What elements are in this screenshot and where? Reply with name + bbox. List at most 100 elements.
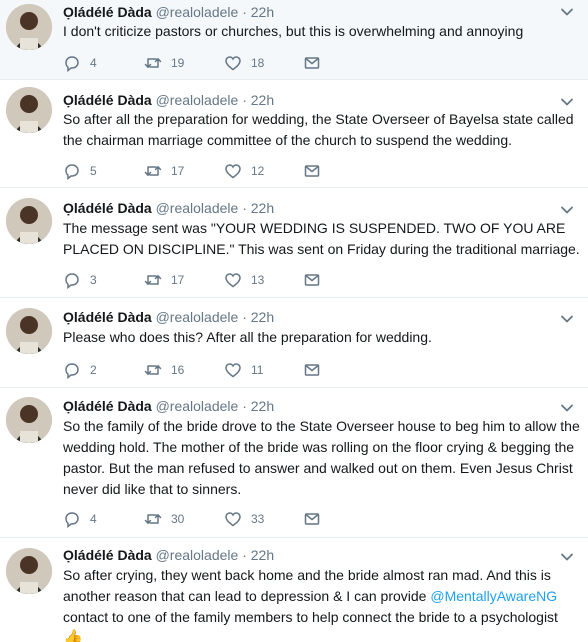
retweet-count: 16 bbox=[171, 363, 185, 377]
like-count: 33 bbox=[251, 512, 265, 526]
reply-button[interactable]: 2 bbox=[63, 360, 97, 380]
tweet[interactable]: Ọládélé Dàda @realoladele · 22h So after… bbox=[0, 538, 588, 642]
tweet-header: Ọládélé Dàda @realoladele · 22h bbox=[63, 199, 274, 217]
retweet-count: 17 bbox=[171, 273, 185, 287]
reply-count: 5 bbox=[90, 164, 97, 178]
reply-button[interactable]: 4 bbox=[63, 53, 97, 73]
timestamp[interactable]: 22h bbox=[251, 398, 274, 414]
tweet-header: Ọládélé Dàda @realoladele · 22h bbox=[63, 397, 274, 415]
separator: · bbox=[242, 200, 247, 216]
like-button[interactable]: 13 bbox=[224, 270, 264, 290]
reply-count: 4 bbox=[90, 56, 97, 70]
reply-button[interactable]: 4 bbox=[63, 509, 97, 529]
like-button[interactable]: 33 bbox=[224, 509, 264, 529]
reply-count: 3 bbox=[90, 273, 97, 287]
avatar-image bbox=[6, 198, 52, 244]
retweet-button[interactable]: 17 bbox=[144, 161, 184, 181]
timestamp[interactable]: 22h bbox=[251, 92, 274, 108]
direct-message-icon bbox=[304, 364, 320, 376]
tweet-header: Ọládélé Dàda @realoladele · 22h bbox=[63, 546, 274, 564]
chevron-down-icon[interactable] bbox=[560, 550, 574, 564]
avatar[interactable] bbox=[6, 198, 52, 244]
retweet-icon bbox=[144, 365, 162, 375]
author-handle[interactable]: @realoladele bbox=[156, 398, 239, 414]
tweet-text: So after crying, they went back home and… bbox=[63, 565, 583, 642]
timestamp[interactable]: 22h bbox=[251, 309, 274, 325]
author-name[interactable]: Ọládélé Dàda bbox=[63, 92, 152, 108]
tweet-header: Ọládélé Dàda @realoladele · 22h bbox=[63, 3, 274, 21]
avatar-image bbox=[6, 4, 52, 50]
avatar-image bbox=[6, 308, 52, 354]
avatar[interactable] bbox=[6, 548, 52, 594]
mention-link[interactable]: @MentallyAwareNG bbox=[430, 588, 557, 604]
tweet[interactable]: Ọládélé Dàda @realoladele · 22h I don't … bbox=[0, 0, 588, 80]
chevron-down-icon[interactable] bbox=[560, 203, 574, 217]
retweet-button[interactable]: 19 bbox=[144, 53, 184, 73]
like-count: 12 bbox=[251, 164, 265, 178]
timestamp[interactable]: 22h bbox=[251, 200, 274, 216]
direct-message-button[interactable] bbox=[303, 360, 321, 380]
like-button[interactable]: 18 bbox=[224, 53, 264, 73]
timestamp[interactable]: 22h bbox=[251, 547, 274, 563]
chevron-down-icon[interactable] bbox=[560, 95, 574, 109]
avatar[interactable] bbox=[6, 87, 52, 133]
thumbs-up-emoji: 👍 bbox=[63, 630, 83, 642]
like-icon bbox=[225, 363, 241, 378]
tweet-text: So after all the preparation for wedding… bbox=[63, 111, 574, 148]
reply-icon bbox=[65, 164, 79, 180]
like-button[interactable]: 11 bbox=[224, 360, 263, 380]
retweet-button[interactable]: 17 bbox=[144, 270, 184, 290]
retweet-count: 17 bbox=[171, 164, 185, 178]
like-icon bbox=[225, 512, 241, 527]
chevron-down-icon[interactable] bbox=[560, 401, 574, 415]
avatar[interactable] bbox=[6, 397, 52, 443]
author-handle[interactable]: @realoladele bbox=[156, 92, 239, 108]
tweet-header: Ọládélé Dàda @realoladele · 22h bbox=[63, 91, 274, 109]
separator: · bbox=[242, 547, 247, 563]
tweet[interactable]: Ọládélé Dàda @realoladele · 22h The mess… bbox=[0, 188, 588, 298]
tweet[interactable]: Ọládélé Dàda @realoladele · 22h Please w… bbox=[0, 298, 588, 388]
author-name[interactable]: Ọládélé Dàda bbox=[63, 200, 152, 216]
reply-icon bbox=[65, 273, 79, 289]
chevron-down-icon[interactable] bbox=[560, 312, 574, 326]
like-icon bbox=[225, 56, 241, 71]
like-button[interactable]: 12 bbox=[224, 161, 264, 181]
tweet-header: Ọládélé Dàda @realoladele · 22h bbox=[63, 308, 274, 326]
tweet-text: Please who does this? After all the prep… bbox=[63, 329, 432, 345]
retweet-button[interactable]: 30 bbox=[144, 509, 184, 529]
direct-message-icon bbox=[304, 274, 320, 286]
tweet[interactable]: Ọládélé Dàda @realoladele · 22h So after… bbox=[0, 80, 588, 188]
author-handle[interactable]: @realoladele bbox=[156, 4, 239, 20]
direct-message-button[interactable] bbox=[303, 161, 321, 181]
tweet-text-part: contact to one of the family members to … bbox=[63, 609, 558, 625]
like-count: 18 bbox=[251, 56, 265, 70]
reply-icon bbox=[65, 56, 79, 72]
retweet-button[interactable]: 16 bbox=[144, 360, 184, 380]
avatar[interactable] bbox=[6, 308, 52, 354]
direct-message-button[interactable] bbox=[303, 270, 321, 290]
author-name[interactable]: Ọládélé Dàda bbox=[63, 547, 152, 563]
reply-button[interactable]: 3 bbox=[63, 270, 97, 290]
timestamp[interactable]: 22h bbox=[251, 4, 274, 20]
reply-button[interactable]: 5 bbox=[63, 161, 97, 181]
retweet-icon bbox=[144, 275, 162, 285]
author-name[interactable]: Ọládélé Dàda bbox=[63, 309, 152, 325]
author-handle[interactable]: @realoladele bbox=[156, 309, 239, 325]
retweet-count: 30 bbox=[171, 512, 185, 526]
avatar[interactable] bbox=[6, 4, 52, 50]
author-handle[interactable]: @realoladele bbox=[156, 547, 239, 563]
author-name[interactable]: Ọládélé Dàda bbox=[63, 398, 152, 414]
chevron-down-icon[interactable] bbox=[560, 5, 574, 19]
author-handle[interactable]: @realoladele bbox=[156, 200, 239, 216]
like-icon bbox=[225, 273, 241, 288]
tweet[interactable]: Ọládélé Dàda @realoladele · 22h So the f… bbox=[0, 388, 588, 538]
avatar-image bbox=[6, 397, 52, 443]
author-name[interactable]: Ọládélé Dàda bbox=[63, 4, 152, 20]
direct-message-button[interactable] bbox=[303, 509, 321, 529]
reply-icon bbox=[65, 363, 79, 379]
direct-message-icon bbox=[304, 513, 320, 525]
tweet-thread: Ọládélé Dàda @realoladele · 22h I don't … bbox=[0, 0, 588, 642]
reply-count: 4 bbox=[90, 512, 97, 526]
tweet-text: I don't criticize pastors or churches, b… bbox=[63, 23, 524, 39]
direct-message-button[interactable] bbox=[303, 53, 321, 73]
